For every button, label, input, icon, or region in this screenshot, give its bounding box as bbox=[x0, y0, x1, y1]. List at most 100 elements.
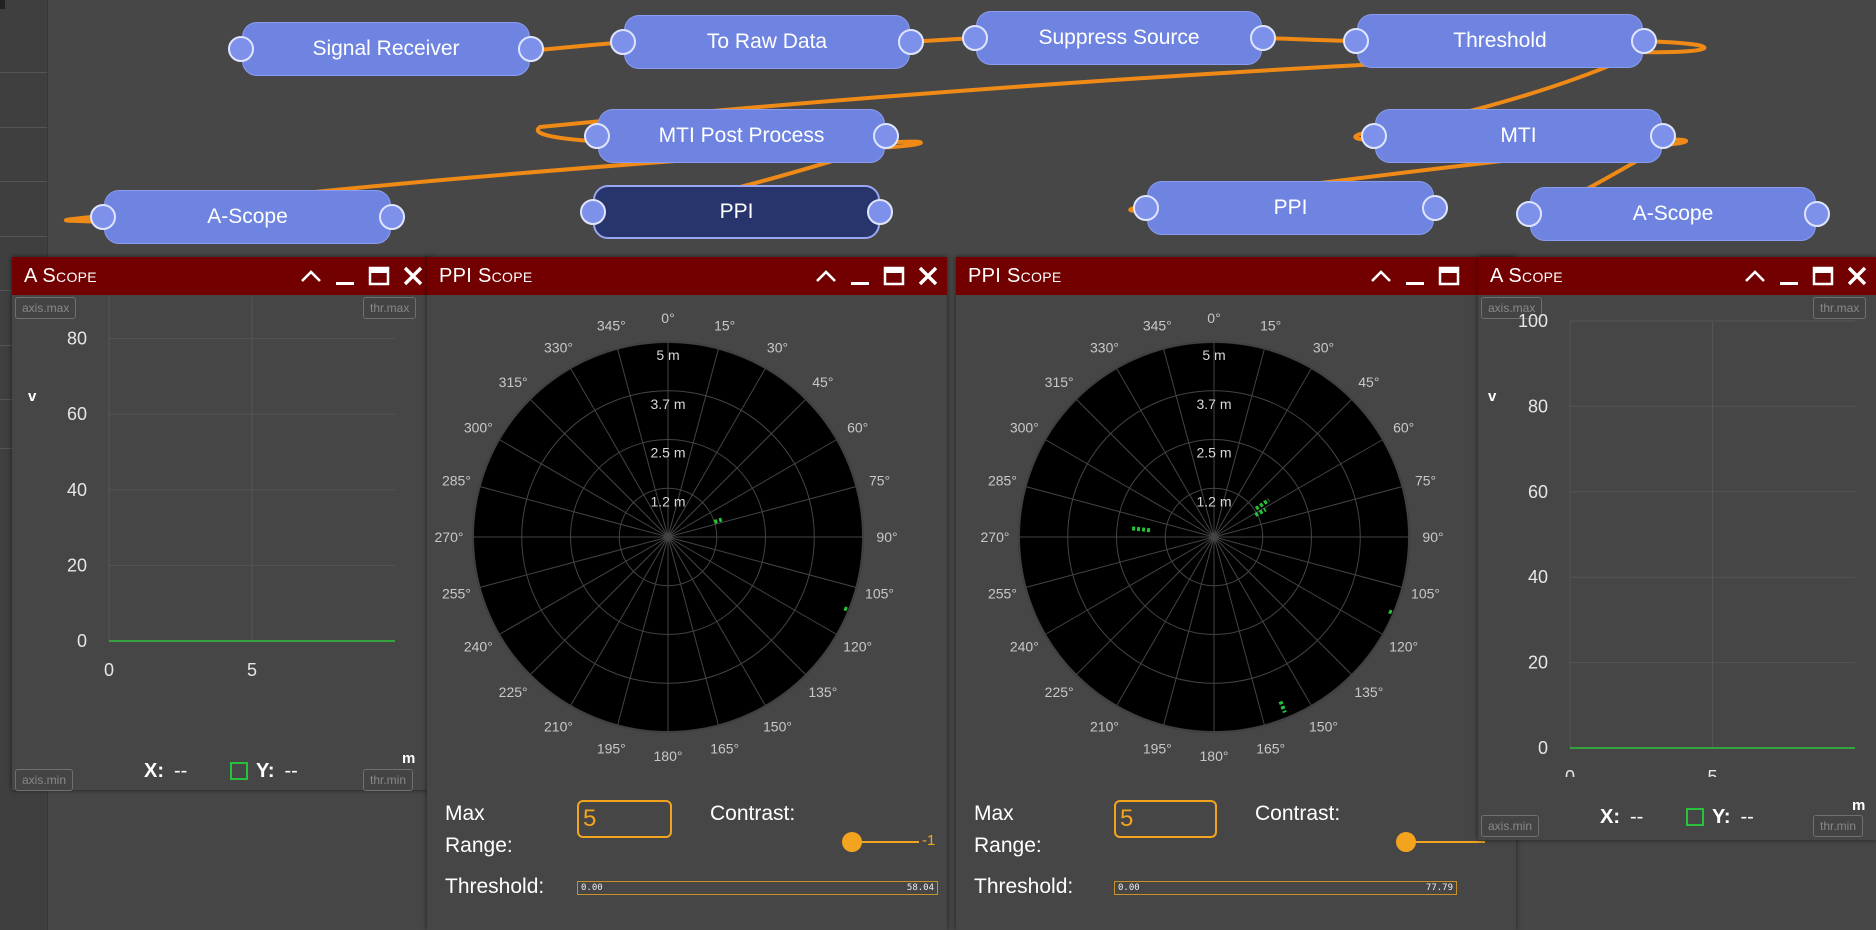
node-a-scope-1[interactable]: A-Scope bbox=[90, 190, 405, 244]
node-signal-receiver[interactable]: Signal Receiver bbox=[228, 22, 544, 76]
y-series-checkbox[interactable] bbox=[1686, 808, 1704, 826]
close-icon[interactable] bbox=[400, 263, 426, 289]
axis-min-field[interactable]: axis.min bbox=[15, 769, 74, 791]
minimize-icon[interactable] bbox=[332, 263, 358, 289]
window-title-bar[interactable]: PPI Scope bbox=[427, 257, 947, 295]
range-label: 5 m bbox=[656, 347, 679, 363]
ppi-scope-window-right[interactable]: PPI Scope 0° 15° 30° 45° 60° 75° 90° 105° 120° 13… bbox=[956, 257, 1516, 930]
ppi-radar-chart[interactable]: 0° 15° 30° 45° 60° 75° 90° 105° 120° 135° 150° 165°… bbox=[427, 297, 947, 817]
output-port[interactable] bbox=[1250, 25, 1276, 51]
node-threshold[interactable]: Threshold bbox=[1343, 14, 1657, 68]
window-title-bar[interactable]: A Scope bbox=[1478, 257, 1876, 295]
x-readout: X: -- bbox=[1600, 806, 1643, 829]
x-tick-label: 0 bbox=[1565, 767, 1575, 777]
node-mti-post-process[interactable]: MTI Post Process bbox=[584, 109, 899, 163]
window-title-bar[interactable]: PPI Scope bbox=[956, 257, 1516, 295]
output-port[interactable] bbox=[1804, 201, 1830, 227]
range-label: 5 m bbox=[1202, 347, 1225, 363]
input-port[interactable] bbox=[962, 25, 988, 51]
x-readout-label: X: bbox=[1600, 806, 1620, 828]
max-range-input[interactable] bbox=[1114, 800, 1217, 838]
bearing-label: 225° bbox=[1045, 684, 1074, 700]
node-suppress-source[interactable]: Suppress Source bbox=[962, 11, 1276, 65]
collapse-icon[interactable] bbox=[1368, 263, 1394, 289]
y-tick-label: 60 bbox=[1528, 482, 1548, 502]
minimize-icon[interactable] bbox=[847, 263, 873, 289]
maximize-icon[interactable] bbox=[366, 263, 392, 289]
bearing-label: 75° bbox=[1415, 472, 1436, 488]
input-port[interactable] bbox=[90, 204, 116, 230]
close-icon[interactable] bbox=[915, 263, 941, 289]
axis-min-field[interactable]: axis.min bbox=[1481, 815, 1540, 837]
node-label: To Raw Data bbox=[706, 30, 828, 53]
node-label: A-Scope bbox=[1632, 202, 1714, 225]
a-scope-chart[interactable]: 02040608010005 bbox=[1478, 297, 1876, 777]
slider-knob[interactable] bbox=[1396, 832, 1416, 852]
maximize-icon[interactable] bbox=[881, 263, 907, 289]
bearing-label: 150° bbox=[1309, 719, 1338, 735]
bearing-label: 30° bbox=[1313, 339, 1334, 355]
output-port[interactable] bbox=[1650, 123, 1676, 149]
node-a-scope-2[interactable]: A-Scope bbox=[1516, 187, 1830, 241]
output-port[interactable] bbox=[898, 29, 924, 55]
collapse-icon[interactable] bbox=[813, 263, 839, 289]
slider-knob[interactable] bbox=[842, 832, 862, 852]
close-icon[interactable] bbox=[1844, 263, 1870, 289]
node-ppi-1[interactable]: PPI bbox=[580, 185, 893, 239]
bearing-label: 135° bbox=[808, 684, 837, 700]
threshold-slider[interactable]: 0.00 77.79 bbox=[1114, 881, 1457, 895]
maximize-icon[interactable] bbox=[1810, 263, 1836, 289]
node-ppi-2[interactable]: PPI bbox=[1133, 181, 1448, 235]
bearing-label: 270° bbox=[981, 529, 1010, 545]
range-label: 1.2 m bbox=[650, 493, 685, 509]
maximize-icon[interactable] bbox=[1436, 263, 1462, 289]
y-readout-label: Y: bbox=[1712, 806, 1731, 828]
y-readout-value: -- bbox=[284, 760, 298, 782]
node-to-raw-data[interactable]: To Raw Data bbox=[610, 15, 924, 69]
input-port[interactable] bbox=[228, 36, 254, 62]
contrast-slider[interactable] bbox=[1396, 832, 1485, 852]
output-port[interactable] bbox=[379, 204, 405, 230]
window-title-bar[interactable]: A Scope bbox=[12, 257, 432, 295]
threshold-min-field[interactable]: thr.min bbox=[1813, 815, 1864, 837]
collapse-icon[interactable] bbox=[298, 263, 324, 289]
collapse-icon[interactable] bbox=[1742, 263, 1768, 289]
node-label: Suppress Source bbox=[1038, 26, 1200, 49]
minimize-icon[interactable] bbox=[1402, 263, 1428, 289]
x-readout-value: -- bbox=[1630, 806, 1644, 828]
input-port[interactable] bbox=[584, 123, 610, 149]
threshold-min-field[interactable]: thr.min bbox=[363, 769, 414, 791]
node-mti[interactable]: MTI bbox=[1361, 109, 1676, 163]
ppi-scope-window-left[interactable]: PPI Scope 0° 15° 30° 45° 60° 75° 90° 105° 120° 13… bbox=[427, 257, 947, 930]
minimize-icon[interactable] bbox=[1776, 263, 1802, 289]
bearing-label: 195° bbox=[1143, 741, 1172, 757]
x-readout-value: -- bbox=[174, 760, 188, 782]
y-tick-label: 20 bbox=[1528, 653, 1548, 673]
ppi-radar-chart[interactable]: 0° 15° 30° 45° 60° 75° 90° 105° 120° 135° 150° 165°… bbox=[956, 297, 1476, 817]
input-port[interactable] bbox=[580, 199, 606, 225]
x-tick-label: 0 bbox=[104, 660, 114, 680]
output-port[interactable] bbox=[873, 123, 899, 149]
contrast-slider[interactable] bbox=[842, 832, 919, 852]
input-port[interactable] bbox=[1133, 195, 1159, 221]
input-port[interactable] bbox=[1361, 123, 1387, 149]
output-port[interactable] bbox=[867, 199, 893, 225]
output-port[interactable] bbox=[1422, 195, 1448, 221]
a-scope-window-left[interactable]: A Scope axis.max thr.max v 0204060801000… bbox=[12, 257, 432, 791]
max-range-input[interactable] bbox=[577, 800, 672, 838]
output-port[interactable] bbox=[1631, 28, 1657, 54]
y-series-checkbox[interactable] bbox=[230, 762, 248, 780]
input-port[interactable] bbox=[610, 29, 636, 55]
threshold-label: Threshold: bbox=[974, 875, 1074, 898]
bearing-label: 45° bbox=[1358, 374, 1379, 390]
threshold-label: Threshold: bbox=[445, 875, 545, 898]
a-scope-window-right[interactable]: A Scope axis.max thr.max v 0 20 40 60 80 100 0… bbox=[1478, 257, 1876, 840]
input-port[interactable] bbox=[1516, 201, 1542, 227]
x-unit-label: m bbox=[402, 750, 416, 767]
a-scope-chart[interactable]: 02040608010005 bbox=[12, 297, 432, 737]
threshold-slider[interactable]: 0.00 58.04 bbox=[577, 881, 938, 895]
output-port[interactable] bbox=[518, 36, 544, 62]
bearing-label: 120° bbox=[1389, 639, 1418, 655]
bearing-label: 105° bbox=[865, 586, 894, 602]
input-port[interactable] bbox=[1343, 28, 1369, 54]
